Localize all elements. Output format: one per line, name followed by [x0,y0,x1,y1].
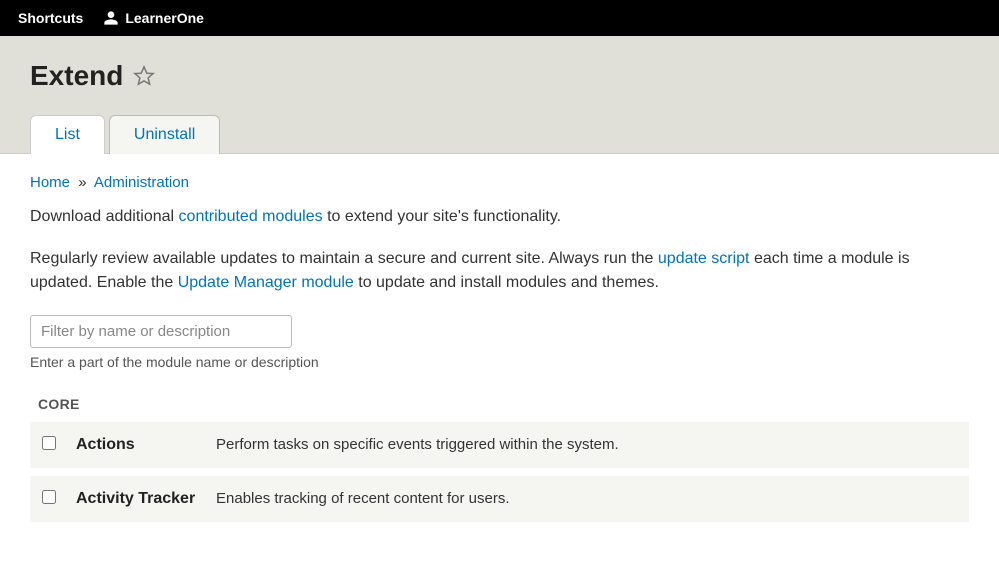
intro-suffix: to extend your site's functionality. [323,208,561,225]
update-manager-link[interactable]: Update Manager module [178,274,354,291]
update-p1: Regularly review available updates to ma… [30,250,658,267]
page-header: Extend List Uninstall [0,36,999,154]
content: Home » Administration Download additiona… [0,154,999,542]
module-checkbox[interactable] [42,490,56,504]
user-icon [103,10,119,26]
module-row: Activity Tracker Enables tracking of rec… [30,472,969,522]
module-desc: Enables tracking of recent content for u… [206,472,969,522]
toolbar-shortcuts-label: Shortcuts [18,10,83,26]
toolbar-user[interactable]: LearnerOne [93,0,214,36]
breadcrumb: Home » Administration [30,174,969,191]
module-name: Actions [66,422,206,472]
tab-uninstall[interactable]: Uninstall [109,115,220,154]
intro-text: Download additional contributed modules … [30,205,969,229]
intro-prefix: Download additional [30,208,179,225]
update-script-link[interactable]: update script [658,250,750,267]
contributed-modules-link[interactable]: contributed modules [179,208,323,225]
breadcrumb-admin[interactable]: Administration [94,174,189,191]
breadcrumb-sep: » [78,174,86,191]
filter-input[interactable] [30,315,292,348]
toolbar-user-label: LearnerOne [125,10,204,26]
tab-list[interactable]: List [30,115,105,154]
breadcrumb-home[interactable]: Home [30,174,70,191]
tabs: List Uninstall [30,114,969,153]
module-table: Actions Perform tasks on specific events… [30,422,969,522]
update-p3: to update and install modules and themes… [354,274,659,291]
module-desc: Perform tasks on specific events trigger… [206,422,969,472]
filter-hint: Enter a part of the module name or descr… [30,354,969,370]
module-name: Activity Tracker [66,472,206,522]
star-icon[interactable] [133,65,155,87]
section-header-core: CORE [30,392,969,422]
toolbar-shortcuts[interactable]: Shortcuts [8,0,93,36]
update-text: Regularly review available updates to ma… [30,247,969,295]
module-checkbox[interactable] [42,436,56,450]
admin-toolbar: Shortcuts LearnerOne [0,0,999,36]
module-row: Actions Perform tasks on specific events… [30,422,969,472]
page-title: Extend [30,60,123,92]
